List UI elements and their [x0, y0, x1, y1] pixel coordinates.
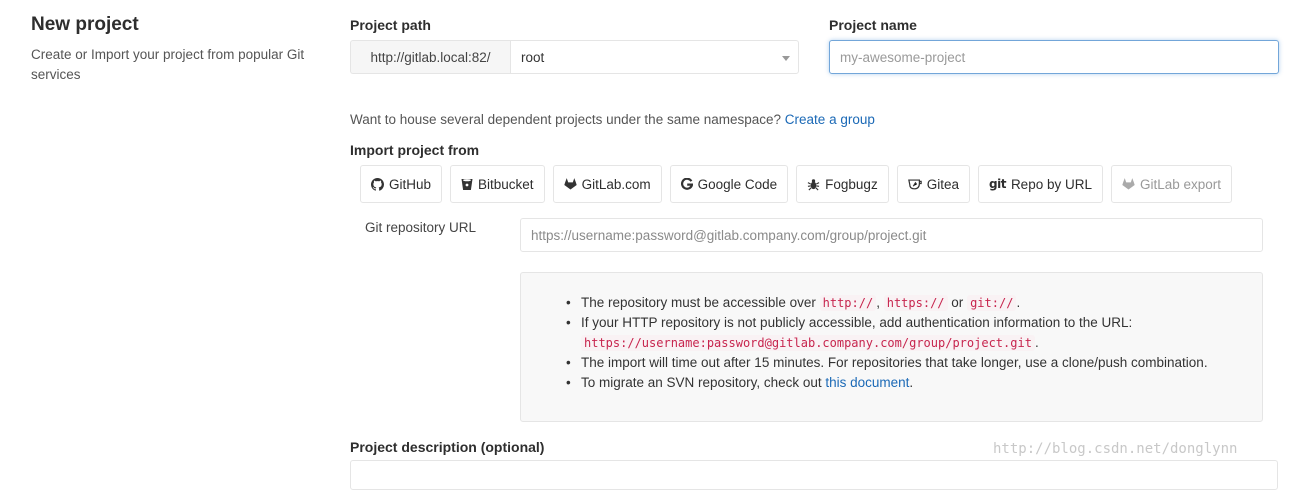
import-bitbucket-label: Bitbucket — [478, 176, 534, 192]
project-path-prefix: http://gitlab.local:82/ — [350, 40, 510, 74]
page-title: New project — [31, 14, 139, 35]
import-fogbugz-button[interactable]: Fogbugz — [796, 165, 889, 203]
description-label: Project description (optional) — [350, 439, 545, 455]
git-url-input[interactable] — [520, 218, 1263, 252]
code-snippet: http:// — [819, 295, 877, 311]
import-buttons: GitHub Bitbucket GitLab.com Google Code … — [360, 165, 1233, 203]
bitbucket-icon — [461, 178, 473, 191]
import-gitlab-button[interactable]: GitLab.com — [552, 165, 662, 203]
import-info-list: • The repository must be accessible over… — [566, 293, 1208, 393]
list-item: • The import will time out after 15 minu… — [566, 355, 1208, 370]
description-textarea[interactable] — [350, 460, 1278, 490]
group-hint-text: Want to house several dependent projects… — [350, 112, 782, 127]
import-google-code-button[interactable]: Google Code — [669, 165, 789, 203]
project-path-label: Project path — [350, 17, 431, 33]
import-github-label: GitHub — [389, 176, 432, 192]
group-hint: Want to house several dependent projects… — [350, 112, 875, 127]
code-snippet: https://username:password@gitlab.company… — [581, 335, 1035, 351]
create-group-link[interactable]: Create a group — [785, 112, 875, 127]
list-item: • The repository must be accessible over… — [566, 295, 1021, 311]
namespace-select[interactable]: root — [510, 40, 799, 74]
project-name-label: Project name — [829, 17, 917, 33]
project-name-input[interactable] — [829, 40, 1279, 74]
list-item: • If your HTTP repository is not publicl… — [566, 315, 1133, 330]
watermark: http://blog.csdn.net/donglynn — [993, 441, 1238, 457]
caret-down-icon — [782, 56, 790, 61]
import-gitlab-export-button[interactable]: GitLab export — [1110, 165, 1233, 203]
import-repo-by-url-label: Repo by URL — [1010, 176, 1092, 192]
import-label: Import project from — [350, 142, 480, 158]
import-fogbugz-label: Fogbugz — [825, 176, 878, 192]
svn-doc-link[interactable]: this document — [825, 375, 909, 390]
gitlab-icon — [1122, 178, 1135, 190]
gitlab-icon — [563, 178, 577, 190]
code-snippet: git:// — [967, 295, 1017, 311]
github-icon — [371, 177, 384, 191]
list-item-continuation: https://username:password@gitlab.company… — [581, 333, 1208, 353]
google-icon — [680, 178, 693, 190]
import-gitlab-export-label: GitLab export — [1139, 176, 1222, 192]
import-info-box: • The repository must be accessible over… — [520, 272, 1263, 422]
gitea-icon — [907, 178, 922, 190]
import-gitlab-label: GitLab.com — [581, 176, 651, 192]
git-url-label: Git repository URL — [365, 220, 477, 235]
code-snippet: https:// — [883, 295, 948, 311]
namespace-value: root — [521, 49, 545, 65]
bug-icon — [807, 178, 820, 191]
page-subtitle: Create or Import your project from popul… — [31, 47, 305, 82]
list-item: • To migrate an SVN repository, check ou… — [566, 375, 914, 390]
git-icon: git — [988, 177, 1006, 191]
import-repo-by-url-button[interactable]: git Repo by URL — [977, 165, 1103, 203]
import-google-code-label: Google Code — [697, 176, 778, 192]
import-github-button[interactable]: GitHub — [360, 165, 443, 203]
import-bitbucket-button[interactable]: Bitbucket — [450, 165, 545, 203]
import-gitea-button[interactable]: Gitea — [896, 165, 970, 203]
import-gitea-label: Gitea — [926, 176, 959, 192]
